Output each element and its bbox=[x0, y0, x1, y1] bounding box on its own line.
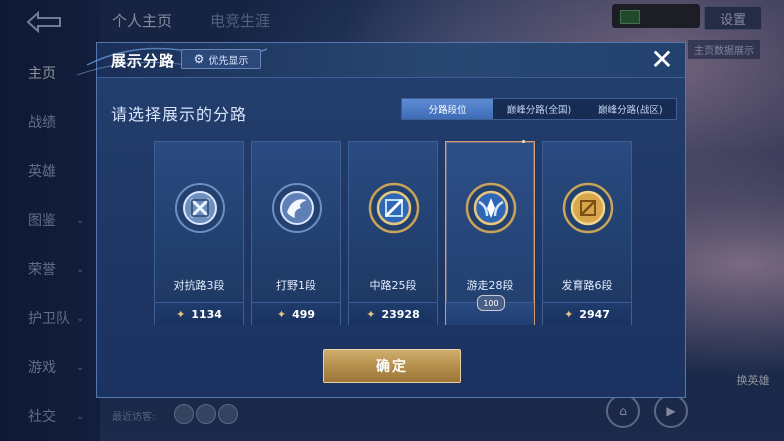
close-button[interactable]: ✕ bbox=[647, 46, 677, 74]
rank-badge-value: 100 bbox=[483, 298, 499, 308]
rank-badge: 100 bbox=[477, 295, 505, 311]
lane-type-segmented-control: 分路段位 巅峰分路(全国) 巅峰分路(战区) bbox=[401, 98, 677, 120]
score-value: 23928 bbox=[381, 307, 420, 321]
score-value: 499 bbox=[292, 307, 316, 321]
priority-display-button[interactable]: ⚙ 优先显示 bbox=[181, 49, 261, 69]
lane-card-roam-selected[interactable]: 游走28段 100 bbox=[445, 140, 535, 325]
priority-display-label: 优先显示 bbox=[208, 55, 249, 67]
tab-peak-lane-national[interactable]: 巅峰分路(全国) bbox=[493, 99, 584, 119]
peak-score-icon: ✦ bbox=[564, 307, 574, 321]
score-value: 2947 bbox=[579, 307, 610, 321]
dialog-header: 展示分路 ⚙ 优先显示 ✕ bbox=[77, 43, 685, 78]
lane-display-dialog: 展示分路 ⚙ 优先显示 ✕ 请选择展示的分路 分路段位 巅峰分路(全国) 巅峰分… bbox=[77, 42, 686, 398]
peak-score-icon: ✦ bbox=[176, 307, 186, 321]
jungle-emblem-icon bbox=[272, 183, 322, 233]
tab-lane-rank[interactable]: 分路段位 bbox=[402, 99, 494, 119]
roam-emblem-icon bbox=[465, 182, 517, 234]
clash-lane-emblem-icon bbox=[175, 183, 225, 233]
mid-lane-emblem-icon bbox=[368, 182, 420, 234]
sparkle bbox=[522, 140, 525, 143]
lane-label: 打野1段 bbox=[276, 279, 316, 292]
confirm-button[interactable]: 确定 bbox=[323, 349, 461, 383]
lane-card-jungle[interactable]: 打野1段 ✦ 499 bbox=[251, 141, 341, 325]
dialog-subtitle: 请选择展示的分路 bbox=[111, 105, 248, 124]
lane-card-farm[interactable]: 发育路6段 ✦ 2947 bbox=[542, 141, 632, 325]
score-bar: ✦ 499 bbox=[252, 302, 340, 325]
lane-label: 游走28段 bbox=[466, 279, 514, 292]
score-bar: ✦ 23928 bbox=[349, 302, 437, 325]
lane-card-mid[interactable]: 中路25段 ✦ 23928 bbox=[348, 141, 438, 325]
score-bar: ✦ 2947 bbox=[543, 302, 631, 325]
lane-card-clash[interactable]: 对抗路3段 ✦ 1134 bbox=[154, 141, 244, 325]
farm-lane-emblem-icon bbox=[562, 182, 614, 234]
score-value: 1134 bbox=[191, 307, 222, 321]
tab-peak-lane-region[interactable]: 巅峰分路(战区) bbox=[585, 99, 676, 119]
lane-label: 对抗路3段 bbox=[173, 279, 225, 292]
gear-icon: ⚙ bbox=[193, 52, 205, 66]
lane-label: 发育路6段 bbox=[561, 279, 613, 292]
peak-score-icon: ✦ bbox=[366, 307, 376, 321]
dialog-title: 展示分路 bbox=[111, 52, 176, 70]
peak-score-icon: ✦ bbox=[276, 307, 287, 321]
score-bar: ✦ 1134 bbox=[155, 302, 243, 325]
lane-label: 中路25段 bbox=[369, 279, 417, 292]
